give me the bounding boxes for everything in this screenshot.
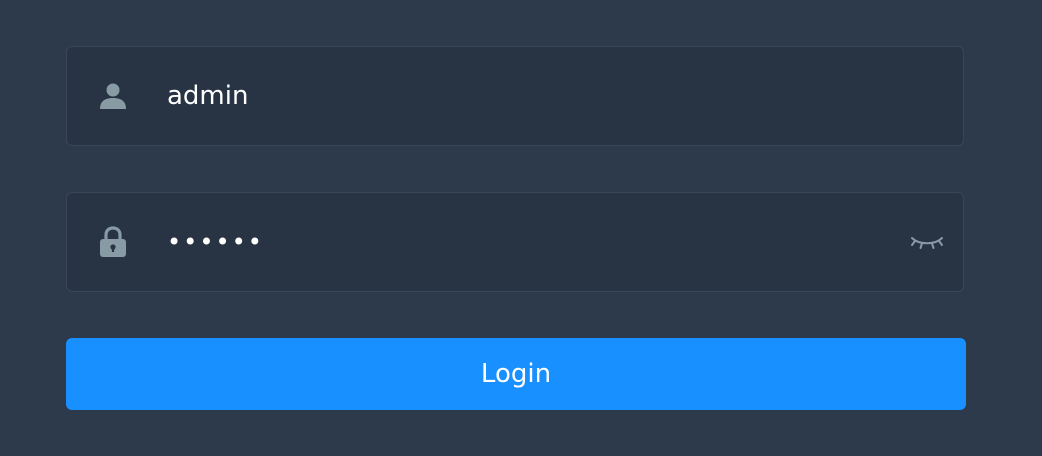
lock-icon <box>97 226 129 258</box>
user-icon <box>97 80 129 112</box>
password-value[interactable]: •••••• <box>167 230 264 254</box>
login-button[interactable]: Login <box>66 338 966 410</box>
password-field[interactable]: •••••• <box>66 192 964 292</box>
username-field[interactable]: admin <box>66 46 964 146</box>
eye-closed-icon[interactable] <box>909 230 945 254</box>
username-value[interactable]: admin <box>167 83 248 109</box>
